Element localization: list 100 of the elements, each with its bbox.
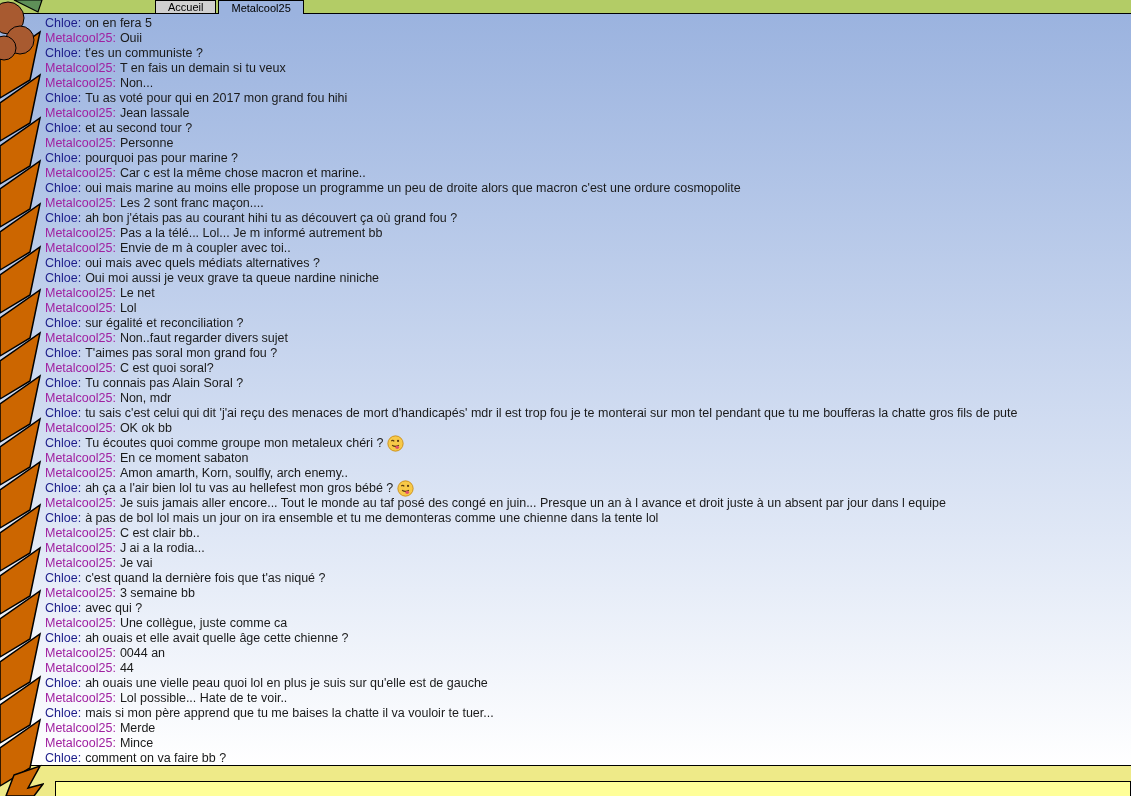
message-text: on en fera 5: [85, 16, 152, 31]
author-name: Metalcool25:: [45, 361, 116, 376]
author-name: Chloe:: [45, 511, 82, 526]
message-text: Non..faut regarder divers sujet: [119, 331, 288, 346]
message-text: Amon amarth, Korn, soulfly, arch enemy..: [119, 466, 348, 481]
author-name: Metalcool25:: [45, 331, 116, 346]
message-text: Envie de m à coupler avec toi..: [119, 241, 291, 256]
message-text: 0044 an: [119, 646, 166, 661]
message-text: pourquoi pas pour marine ?: [85, 151, 238, 166]
author-name: Chloe:: [45, 481, 82, 496]
author-name: Metalcool25:: [45, 736, 116, 751]
author-name: Metalcool25:: [45, 61, 116, 76]
drooling-face-icon: [397, 480, 415, 497]
author-name: Chloe:: [45, 121, 82, 136]
author-name: Metalcool25:: [45, 496, 116, 511]
message-text: En ce moment sabaton: [119, 451, 249, 466]
message-text: t'es un communiste ?: [85, 46, 203, 61]
author-name: Chloe:: [45, 91, 82, 106]
message-text: T'aimes pas soral mon grand fou ?: [85, 346, 278, 361]
message-text: oui mais avec quels médiats alternatives ?: [85, 256, 320, 271]
message-text: avec qui ?: [85, 601, 143, 616]
author-name: Metalcool25:: [45, 391, 116, 406]
message-text: Le net: [119, 286, 155, 301]
message-text: Merde: [119, 721, 156, 736]
message-text: c'est quand la dernière fois que t'as niqué ?: [85, 571, 326, 586]
message-text: Tu as voté pour qui en 2017 mon grand fou hihi: [85, 91, 348, 106]
author-name: Chloe:: [45, 706, 82, 721]
author-name: Metalcool25:: [45, 721, 116, 736]
message-text: Ouii: [119, 31, 143, 46]
message-text: ah ouais et elle avait quelle âge cette chienne ?: [85, 631, 349, 646]
message-text: sur égalité et reconciliation ?: [85, 316, 244, 331]
message-text: ah ouais une vielle peau quoi lol en plus je suis sur qu'elle est de gauche: [85, 676, 488, 691]
author-name: Metalcool25:: [45, 661, 116, 676]
author-name: Metalcool25:: [45, 196, 116, 211]
message-text: Je suis jamais aller encore... Tout le monde au taf posé des congé en juin... Presque un an à l avance et droit juste à un absent par jour dans l equipe: [119, 496, 946, 511]
message-text: Tu écoutes quoi comme groupe mon metaleux chéri ?: [85, 436, 384, 451]
message-text: Jean lassale: [119, 106, 190, 121]
message-text: Tu connais pas Alain Soral ?: [85, 376, 244, 391]
author-name: Chloe:: [45, 676, 82, 691]
author-name: Metalcool25:: [45, 586, 116, 601]
author-name: Metalcool25:: [45, 451, 116, 466]
author-name: Metalcool25:: [45, 616, 116, 631]
author-name: Chloe:: [45, 571, 82, 586]
author-name: Metalcool25:: [45, 241, 116, 256]
author-name: Chloe:: [45, 751, 82, 765]
message-text: Les 2 sont franc maçon....: [119, 196, 264, 211]
message-text: C est clair bb..: [119, 526, 200, 541]
author-name: Chloe:: [45, 46, 82, 61]
author-name: Metalcool25:: [45, 286, 116, 301]
author-name: Metalcool25:: [45, 226, 116, 241]
author-name: Metalcool25:: [45, 556, 116, 571]
author-name: Chloe:: [45, 256, 82, 271]
author-name: Metalcool25:: [45, 541, 116, 556]
message-text: Car c est la même chose macron et marine..: [119, 166, 366, 181]
author-name: Chloe:: [45, 376, 82, 391]
tab[interactable]: Metalcool25: [218, 0, 304, 14]
author-name: Chloe:: [45, 631, 82, 646]
drooling-face-icon: [387, 435, 405, 452]
author-name: Chloe:: [45, 436, 82, 451]
message-text: à pas de bol lol mais un jour on ira ensemble et tu me demonteras comme une chienne dans la tente lol: [85, 511, 659, 526]
message-text: ah ça a l'air bien lol tu vas au hellefest mon gros bébé ?: [85, 481, 394, 496]
message-text: C est quoi soral?: [119, 361, 214, 376]
author-name: Chloe:: [45, 316, 82, 331]
message-text: OK ok bb: [119, 421, 172, 436]
author-name: Chloe:: [45, 406, 82, 421]
author-name: Chloe:: [45, 151, 82, 166]
author-name: Chloe:: [45, 346, 82, 361]
message-text: Je vai: [119, 556, 153, 571]
author-name: Metalcool25:: [45, 31, 116, 46]
author-name: Metalcool25:: [45, 166, 116, 181]
message-text: Personne: [119, 136, 174, 151]
message-text: Une collègue, juste comme ca: [119, 616, 288, 631]
message-text: 44: [119, 661, 134, 676]
author-name: Chloe:: [45, 181, 82, 196]
message-text: Non...: [119, 76, 154, 91]
author-name: Metalcool25:: [45, 646, 116, 661]
author-name: Metalcool25:: [45, 526, 116, 541]
author-name: Metalcool25:: [45, 136, 116, 151]
message-text: J ai a la rodia...: [119, 541, 205, 556]
author-name: Chloe:: [45, 16, 82, 31]
message-text: Lol possible... Hate de te voir..: [119, 691, 288, 706]
author-name: Metalcool25:: [45, 466, 116, 481]
author-name: Metalcool25:: [45, 76, 116, 91]
message-text: comment on va faire bb ?: [85, 751, 227, 765]
message-text: Non, mdr: [119, 391, 172, 406]
author-name: Metalcool25:: [45, 691, 116, 706]
author-name: Chloe:: [45, 601, 82, 616]
tab[interactable]: Accueil: [155, 0, 217, 13]
message-text: Pas a la télé... Lol... Je m informé autrement bb: [119, 226, 383, 241]
message-text: tu sais c'est celui qui dit 'j'ai reçu des menaces de mort d'handicapés' mdr il est trop fou je te monterai sur mon tel pendant que tu me boufferas la chatte gros fils de pute: [85, 406, 1018, 421]
message-text: et au second tour ?: [85, 121, 193, 136]
message-text: mais si mon père apprend que tu me baises la chatte il va vouloir te tuer...: [85, 706, 494, 721]
message-text: Lol: [119, 301, 137, 316]
message-text: 3 semaine bb: [119, 586, 195, 601]
message-text: T en fais un demain si tu veux: [119, 61, 286, 76]
author-name: Metalcool25:: [45, 301, 116, 316]
message-input-field[interactable]: [55, 780, 1131, 796]
message-text: Mince: [119, 736, 154, 751]
author-name: Metalcool25:: [45, 106, 116, 121]
author-name: Chloe:: [45, 211, 82, 226]
